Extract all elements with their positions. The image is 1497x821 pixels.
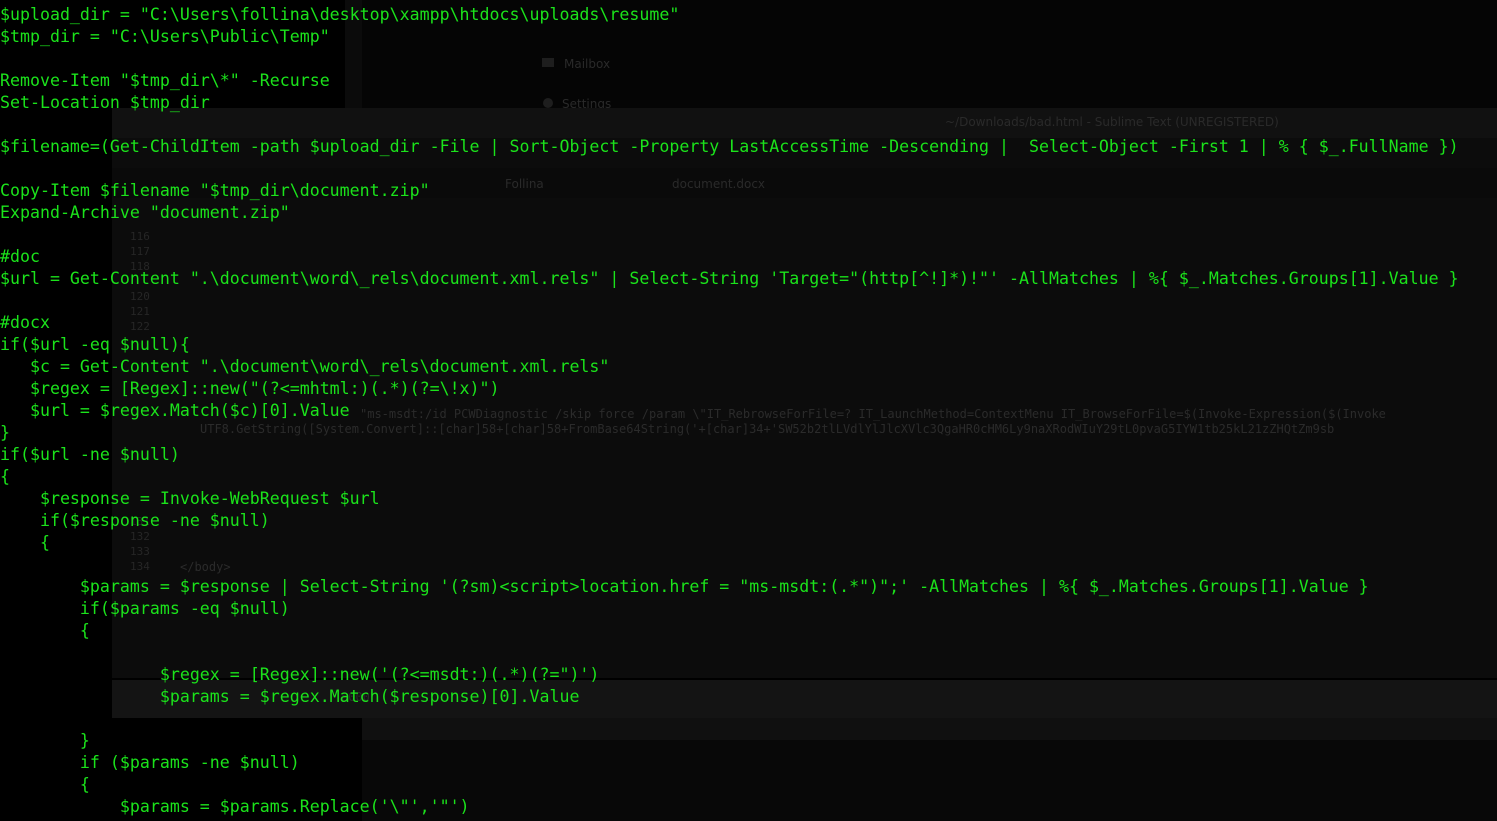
terminal-line: } <box>0 731 90 750</box>
terminal-line: Set-Location $tmp_dir <box>0 93 210 112</box>
terminal-line: Expand-Archive "document.zip" <box>0 203 290 222</box>
terminal-line: if($response -ne $null) <box>0 511 270 530</box>
terminal-line: $regex = [Regex]::new("(?<=mhtml:)(.*)(?… <box>0 379 500 398</box>
terminal-line: { <box>0 621 90 640</box>
terminal-line: Remove-Item "$tmp_dir\*" -Recurse <box>0 71 330 90</box>
terminal-line: Copy-Item $filename "$tmp_dir\document.z… <box>0 181 430 200</box>
terminal-line: $upload_dir = "C:\Users\follina\desktop\… <box>0 5 680 24</box>
terminal-line: $params = $regex.Match($response)[0].Val… <box>0 687 580 706</box>
terminal-line: { <box>0 533 50 552</box>
terminal-line: $tmp_dir = "C:\Users\Public\Temp" <box>0 27 330 46</box>
terminal-line: #doc <box>0 247 40 266</box>
terminal-line: if($url -ne $null) <box>0 445 180 464</box>
terminal-line: { <box>0 467 10 486</box>
terminal-line: if($url -eq $null){ <box>0 335 190 354</box>
terminal-output[interactable]: $upload_dir = "C:\Users\follina\desktop\… <box>0 4 1497 821</box>
terminal-line: } <box>0 423 10 442</box>
terminal-line: #docx <box>0 313 50 332</box>
terminal-line: { <box>0 775 90 794</box>
terminal-line: $params = $params.Replace('\"','"') <box>0 797 470 816</box>
terminal-line: if($params -eq $null) <box>0 599 290 618</box>
terminal-line: $params = $response | Select-String '(?s… <box>0 577 1369 596</box>
terminal-line: $url = $regex.Match($c)[0].Value <box>0 401 350 420</box>
terminal-line: $regex = [Regex]::new('(?<=msdt:)(.*)(?=… <box>0 665 600 684</box>
terminal-line: $response = Invoke-WebRequest $url <box>0 489 380 508</box>
terminal-line: $filename=(Get-ChildItem -path $upload_d… <box>0 137 1459 156</box>
terminal-line: if ($params -ne $null) <box>0 753 300 772</box>
terminal-line: $url = Get-Content ".\document\word\_rel… <box>0 269 1459 288</box>
terminal-line: $c = Get-Content ".\document\word\_rels\… <box>0 357 610 376</box>
